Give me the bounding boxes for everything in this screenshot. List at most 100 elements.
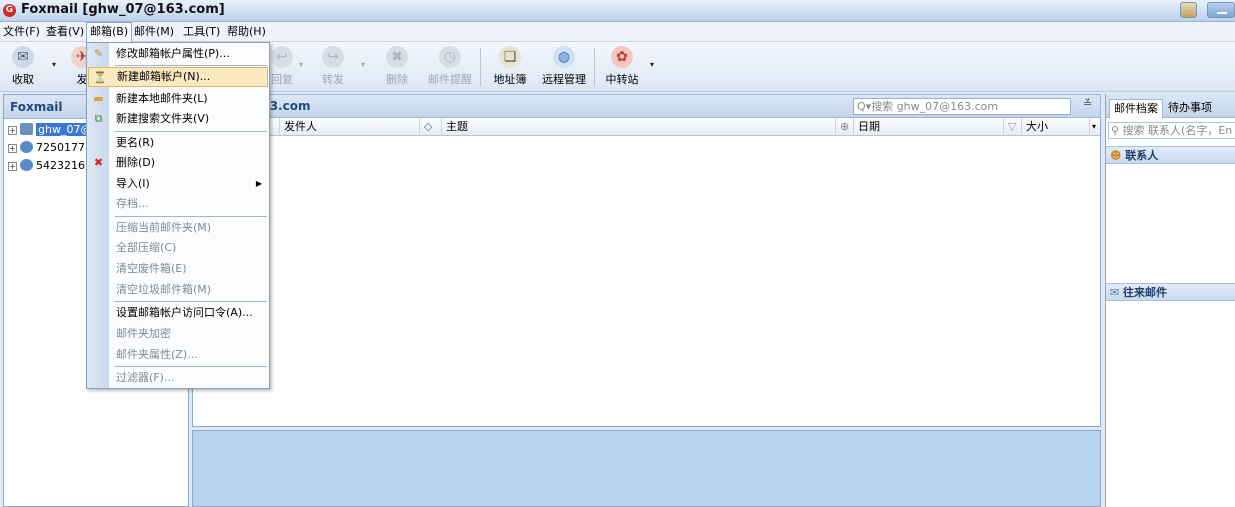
transfer-station-button[interactable]: ✿ 中转站 xyxy=(600,46,644,87)
column-subject[interactable]: 主题 xyxy=(441,118,835,136)
forward-label: 转发 xyxy=(322,73,344,86)
menu-separator xyxy=(115,131,267,132)
column-sender[interactable]: 发件人 xyxy=(279,118,419,136)
menu-tools[interactable]: 工具(T) xyxy=(180,22,223,42)
menu-separator xyxy=(115,366,267,367)
menu-item-label: 全部压缩(C) xyxy=(116,241,177,254)
menu-view[interactable]: 查看(V) xyxy=(43,22,87,42)
forward-dropdown-arrow[interactable]: ▾ xyxy=(361,60,365,69)
folder-icon: ▬ xyxy=(93,92,104,105)
mail-reminder-label: 邮件提醒 xyxy=(428,73,472,86)
account-name[interactable]: 7250177 xyxy=(36,141,85,154)
contacts-section[interactable]: ☻ 联系人 xyxy=(1106,146,1235,164)
transfer-dropdown-arrow[interactable]: ▾ xyxy=(650,60,654,69)
contact-search-icon: ⚲ xyxy=(1111,124,1123,137)
receive-dropdown-arrow[interactable]: ▾ xyxy=(52,60,56,69)
mail-reminder-button[interactable]: ◷ 邮件提醒 xyxy=(428,46,472,87)
menu-item-archive: 存档... xyxy=(88,194,268,214)
folder-header: 163.com Q▾搜索 ghw_07@163.com ≚ xyxy=(192,94,1101,118)
flag-column-icon[interactable]: ◇ xyxy=(419,118,439,136)
recent-mail-label: 往来邮件 xyxy=(1123,286,1168,299)
menu-mailbox[interactable]: 邮箱(B) xyxy=(86,22,133,42)
toolbar-separator xyxy=(594,48,595,86)
recent-mail-section[interactable]: ✉ 往来邮件 xyxy=(1106,283,1235,301)
account-name[interactable]: 5423216 xyxy=(36,159,85,172)
account-row[interactable]: +7250177 xyxy=(4,139,85,157)
archive-tabs: 邮件档案 待办事项 xyxy=(1106,94,1235,118)
menu-item-label: 清空垃圾邮件箱(M) xyxy=(116,283,212,296)
receive-icon: ✉ xyxy=(12,46,34,68)
title-bar: G Foxmail [ghw_07@163.com] xyxy=(0,0,1235,22)
address-book-icon: ❏ xyxy=(499,46,521,68)
forward-icon: ↪ xyxy=(322,46,344,68)
column-size[interactable]: 大小 xyxy=(1021,118,1089,136)
menu-mail[interactable]: 邮件(M) xyxy=(131,22,177,42)
tab-mail-archive[interactable]: 邮件档案 xyxy=(1109,99,1163,118)
forward-button[interactable]: ↪ 转发 xyxy=(311,46,355,87)
remote-globe-icon: ◍ xyxy=(553,46,575,68)
remote-management-button[interactable]: ◍ 远程管理 xyxy=(542,46,586,87)
menu-item-label: 新建搜索文件夹(V) xyxy=(116,112,210,125)
sort-indicator-icon: ▽ xyxy=(1003,118,1021,136)
menu-separator xyxy=(115,301,267,302)
menu-file[interactable]: 文件(F) xyxy=(0,22,43,42)
tab-todo[interactable]: 待办事项 xyxy=(1164,99,1216,118)
receive-button[interactable]: ✉ 收取 xyxy=(1,46,45,87)
mailbox-menu: ✎ 修改邮箱帐户属性(P)... ⏳ 新建邮箱帐户(N)... ▬ 新建本地邮件夹(L… xyxy=(86,42,270,389)
menu-item-rename[interactable]: 更名(R) xyxy=(88,133,268,153)
expand-icon[interactable]: + xyxy=(8,162,17,171)
expand-icon[interactable]: + xyxy=(8,126,17,135)
menu-item-filters: 过滤器(F)... xyxy=(88,368,268,388)
delete-button[interactable]: ✖ 删除 xyxy=(375,46,419,87)
reply-dropdown-arrow[interactable]: ▾ xyxy=(299,60,303,69)
mail-search-input[interactable]: Q▾搜索 ghw_07@163.com xyxy=(853,98,1071,115)
submenu-arrow-icon: ▶ xyxy=(255,179,262,188)
menu-item-new-local-folder[interactable]: ▬ 新建本地邮件夹(L) xyxy=(88,89,268,109)
main-pane: 163.com Q▾搜索 ghw_07@163.com ≚ 发件人 ◇ 主题 ⊕… xyxy=(192,94,1101,507)
account-name[interactable]: ghw_07@ xyxy=(36,123,94,136)
menu-item-label: 设置邮箱帐户访问口令(A)... xyxy=(116,306,253,319)
menu-item-set-password[interactable]: 设置邮箱帐户访问口令(A)... xyxy=(88,303,268,323)
menu-item-encrypt-folder: 邮件夹加密 xyxy=(88,324,268,344)
menu-item-compact-all: 全部压缩(C) xyxy=(88,238,268,258)
menu-item-new-search-folder[interactable]: ⧉ 新建搜索文件夹(V) xyxy=(88,109,268,129)
collapse-chevron-icon[interactable]: ≚ xyxy=(1083,97,1092,110)
menu-item-new-account[interactable]: ⏳ 新建邮箱帐户(N)... xyxy=(88,67,268,87)
menu-item-label: 清空废件箱(E) xyxy=(116,262,187,275)
minimize-button[interactable] xyxy=(1207,2,1235,18)
account-icon xyxy=(20,141,33,153)
search-icon: Q▾ xyxy=(857,100,872,113)
reply-icon: ↩ xyxy=(271,46,293,68)
message-list[interactable]: 发件人 ◇ 主题 ⊕ 日期 ▽ 大小 ▾ xyxy=(192,118,1101,427)
column-menu-arrow[interactable]: ▾ xyxy=(1089,118,1100,136)
menu-item-import[interactable]: 导入(I) ▶ xyxy=(88,174,268,194)
menu-item-account-properties[interactable]: ✎ 修改邮箱帐户属性(P)... xyxy=(88,44,268,64)
menu-help[interactable]: 帮助(H) xyxy=(224,22,269,42)
account-row[interactable]: +5423216 xyxy=(4,157,85,175)
menu-item-label: 导入(I) xyxy=(116,177,150,190)
account-row[interactable]: + ghw_07@ xyxy=(4,121,94,139)
remote-management-label: 远程管理 xyxy=(542,73,586,86)
red-x-icon: ✖ xyxy=(93,156,104,169)
foxmail-logo-icon: G xyxy=(3,4,16,17)
address-book-label: 地址簿 xyxy=(493,73,527,86)
restore-button[interactable] xyxy=(1180,2,1197,18)
delete-label: 删除 xyxy=(386,73,408,86)
menu-item-label: 新建邮箱帐户(N)... xyxy=(117,70,211,83)
address-book-button[interactable]: ❏ 地址簿 xyxy=(488,46,532,87)
menu-item-delete[interactable]: ✖ 删除(D) xyxy=(88,153,268,173)
menu-item-label: 更名(R) xyxy=(116,136,155,149)
menu-item-folder-properties: 邮件夹属性(Z)... xyxy=(88,345,268,365)
expand-icon[interactable]: + xyxy=(8,144,17,153)
preview-pane xyxy=(192,430,1101,507)
column-date[interactable]: 日期 xyxy=(853,118,1003,136)
menu-item-label: 邮件夹属性(Z)... xyxy=(116,348,198,361)
receive-label: 收取 xyxy=(12,73,34,86)
account-properties-icon: ✎ xyxy=(93,47,104,60)
account-icon xyxy=(20,123,33,135)
attachment-column-icon[interactable]: ⊕ xyxy=(835,118,853,136)
menu-item-label: 存档... xyxy=(116,197,149,210)
contact-search-input[interactable]: ⚲ 搜索 联系人(名字，En xyxy=(1108,122,1235,139)
column-header: 发件人 ◇ 主题 ⊕ 日期 ▽ 大小 ▾ xyxy=(193,118,1100,136)
menu-separator xyxy=(115,65,267,66)
